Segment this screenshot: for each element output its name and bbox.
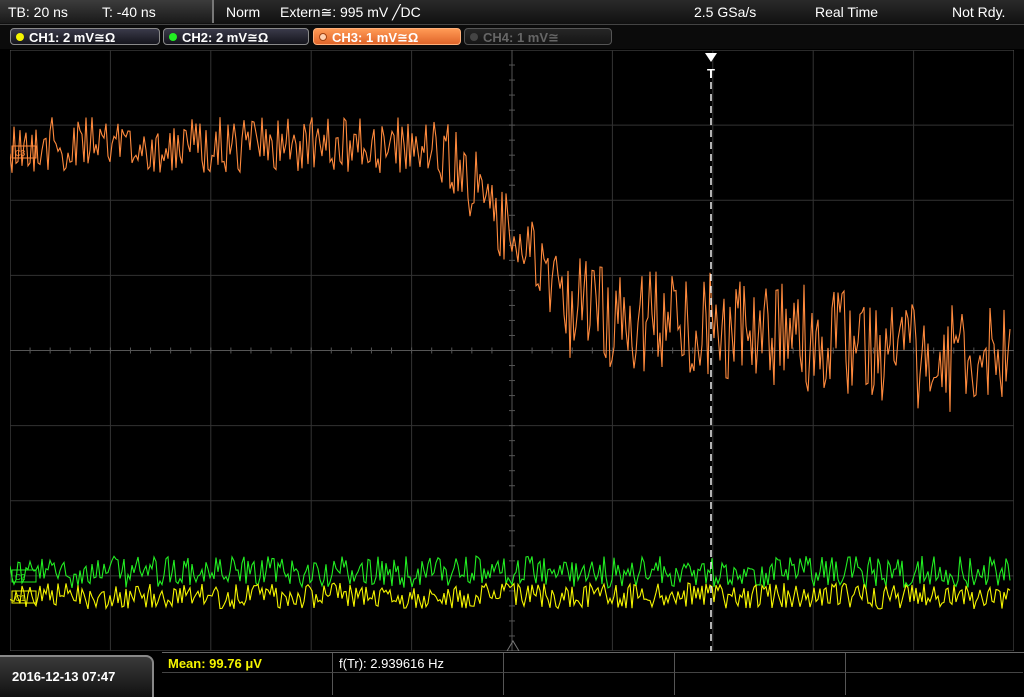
channel-4-color-dot [470, 33, 478, 41]
trigger-marker-label: T [707, 66, 715, 81]
sample-rate-label[interactable]: 2.5 GSa/s [694, 4, 756, 20]
waveform-display[interactable]: T C3 C2 C1 [9, 49, 1015, 652]
trigger-mode-label[interactable]: Norm [226, 4, 260, 20]
channel-2-label: CH2: 2 mV≅Ω [182, 30, 269, 45]
measurement-cell-3[interactable] [504, 653, 675, 673]
channel-2-offset-label: C2 [15, 573, 26, 582]
measurement-cell-6[interactable] [162, 673, 333, 695]
top-status-bar: TB: 20 ns T: -40 ns Norm Extern≅: 995 mV… [0, 0, 1024, 25]
timebase-label: TB: 20 ns [8, 4, 68, 20]
channel-4-button[interactable]: CH4: 1 mV≅ [464, 28, 612, 45]
channel-4-label: CH4: 1 mV≅ [483, 30, 559, 45]
measurement-cell-1[interactable]: Mean: 99.76 μV [162, 653, 333, 673]
measurement-cell-7[interactable] [333, 673, 504, 695]
waveform-svg: T C3 C2 C1 [9, 49, 1015, 652]
timebase-box[interactable]: TB: 20 ns T: -40 ns [0, 0, 214, 23]
channel-1-offset-label: C1 [15, 594, 26, 603]
channel-2-color-dot [169, 33, 177, 41]
frequency-measurement: f(Tr): 2.939616 Hz [339, 656, 445, 671]
channel-bar: CH1: 2 mV≅Ω CH2: 2 mV≅Ω CH3: 1 mV≅Ω CH4:… [0, 25, 1024, 49]
measurement-panel[interactable]: Mean: 99.76 μV f(Tr): 2.939616 Hz [162, 652, 1024, 696]
channel-3-button[interactable]: CH3: 1 mV≅Ω [313, 28, 461, 45]
measurement-cell-5[interactable] [846, 653, 1023, 673]
channel-3-label: CH3: 1 mV≅Ω [332, 30, 419, 45]
acquisition-status-label: Not Rdy. [952, 4, 1006, 20]
channel-2-button[interactable]: CH2: 2 mV≅Ω [163, 28, 309, 45]
bottom-bar: 2016-12-13 07:47 Mean: 99.76 μV f(Tr): 2… [0, 651, 1024, 697]
channel-1-button[interactable]: CH1: 2 mV≅Ω [10, 28, 160, 45]
channel-1-label: CH1: 2 mV≅Ω [29, 30, 116, 45]
acquisition-mode-label[interactable]: Real Time [815, 4, 878, 20]
channel-1-color-dot [16, 33, 24, 41]
measurement-cell-9[interactable] [675, 673, 846, 695]
measurement-cell-2[interactable]: f(Tr): 2.939616 Hz [333, 653, 504, 673]
trigger-source-label[interactable]: Extern≅: 995 mV ╱DC [280, 4, 421, 21]
trigger-time-label: T: -40 ns [102, 4, 156, 20]
mean-measurement: Mean: 99.76 μV [168, 656, 262, 671]
datetime-box: 2016-12-13 07:47 [0, 655, 154, 697]
channel-3-color-dot [319, 33, 327, 41]
measurement-cell-4[interactable] [675, 653, 846, 673]
channel-3-offset-label: C3 [15, 149, 26, 158]
datetime-label: 2016-12-13 07:47 [12, 669, 116, 684]
measurement-cell-10[interactable] [846, 673, 1023, 695]
measurement-cell-8[interactable] [504, 673, 675, 695]
